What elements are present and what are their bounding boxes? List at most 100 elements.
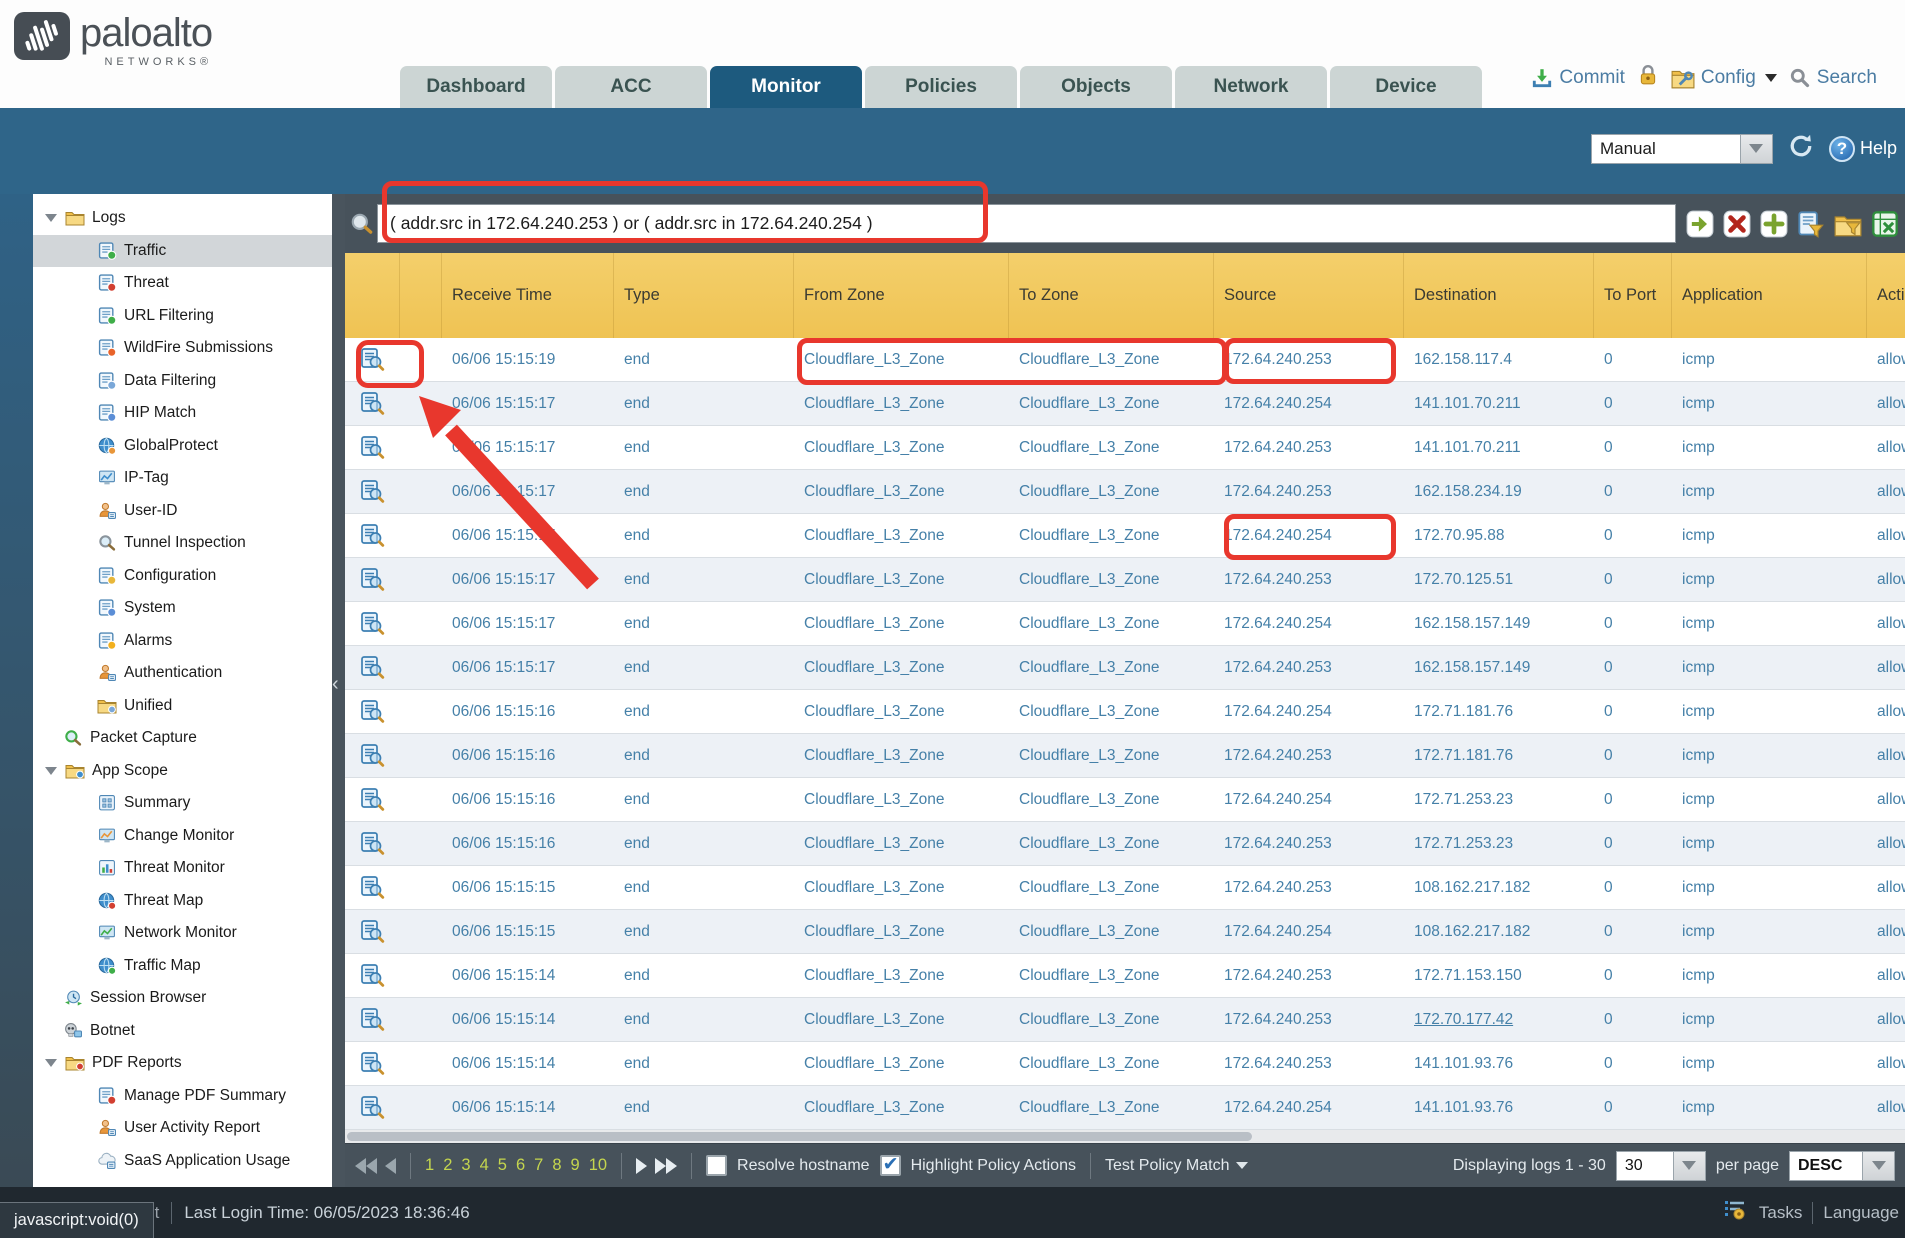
cell-application[interactable]: icmp xyxy=(1672,602,1867,645)
cell-source[interactable]: 172.64.240.254 xyxy=(1214,1086,1404,1129)
cell-type[interactable]: end xyxy=(614,514,794,557)
cell-application[interactable]: icmp xyxy=(1672,954,1867,997)
cell-to-port[interactable]: 0 xyxy=(1594,558,1672,601)
cell-application[interactable]: icmp xyxy=(1672,426,1867,469)
cell-to-port[interactable]: 0 xyxy=(1594,690,1672,733)
cell-destination[interactable]: 108.162.217.182 xyxy=(1404,866,1594,909)
cell-to-port[interactable]: 0 xyxy=(1594,382,1672,425)
sidebar-item-threat-map[interactable]: Threat Map xyxy=(33,885,332,918)
log-detail-icon[interactable] xyxy=(345,690,400,733)
last-page-button[interactable] xyxy=(655,1158,677,1174)
auto-refresh-caret[interactable] xyxy=(1741,134,1773,164)
column-header-type[interactable]: Type xyxy=(614,253,794,338)
sidebar-item-url-filtering[interactable]: URL Filtering xyxy=(33,300,332,333)
cell-type[interactable]: end xyxy=(614,778,794,821)
cell-from-zone[interactable]: Cloudflare_L3_Zone xyxy=(794,1086,1009,1129)
cell-to-zone[interactable]: Cloudflare_L3_Zone xyxy=(1009,382,1214,425)
cell-action[interactable]: allow xyxy=(1867,954,1905,997)
cell-destination[interactable]: 172.71.253.23 xyxy=(1404,778,1594,821)
column-header-application[interactable]: Application xyxy=(1672,253,1867,338)
cell-type[interactable]: end xyxy=(614,382,794,425)
expand-collapse-icon[interactable] xyxy=(45,767,57,775)
save-filter-icon[interactable] xyxy=(1797,210,1825,238)
cell-destination[interactable]: 172.70.95.88 xyxy=(1404,514,1594,557)
log-detail-icon[interactable] xyxy=(345,998,400,1041)
page-number-3[interactable]: 3 xyxy=(461,1156,470,1175)
cell-from-zone[interactable]: Cloudflare_L3_Zone xyxy=(794,998,1009,1041)
cell-to-zone[interactable]: Cloudflare_L3_Zone xyxy=(1009,998,1214,1041)
cell-application[interactable]: icmp xyxy=(1672,866,1867,909)
cell-action[interactable]: allow xyxy=(1867,998,1905,1041)
cell-from-zone[interactable]: Cloudflare_L3_Zone xyxy=(794,470,1009,513)
lock-icon[interactable] xyxy=(1637,64,1659,92)
cell-to-port[interactable]: 0 xyxy=(1594,338,1672,381)
cell-destination[interactable]: 141.101.93.76 xyxy=(1404,1042,1594,1085)
cell-action[interactable]: allow xyxy=(1867,778,1905,821)
cell-source[interactable]: 172.64.240.253 xyxy=(1214,426,1404,469)
sidebar-item-user-activity-report[interactable]: User Activity Report xyxy=(33,1112,332,1145)
cell-destination[interactable]: 172.71.153.150 xyxy=(1404,954,1594,997)
column-header-receive-time[interactable]: Receive Time xyxy=(442,253,614,338)
cell-destination[interactable]: 162.158.157.149 xyxy=(1404,646,1594,689)
tab-policies[interactable]: Policies xyxy=(865,66,1017,108)
cell-from-zone[interactable]: Cloudflare_L3_Zone xyxy=(794,558,1009,601)
cell-receive-time[interactable]: 06/06 15:15:14 xyxy=(442,1086,614,1129)
sidebar-item-packet-capture[interactable]: Packet Capture xyxy=(33,722,332,755)
column-header-action[interactable]: Action xyxy=(1867,253,1905,338)
cell-to-port[interactable]: 0 xyxy=(1594,866,1672,909)
tasks-button[interactable]: Tasks xyxy=(1759,1203,1802,1223)
refresh-icon[interactable] xyxy=(1787,132,1815,165)
page-number-6[interactable]: 6 xyxy=(516,1156,525,1175)
column-header-source[interactable]: Source xyxy=(1214,253,1404,338)
page-number-5[interactable]: 5 xyxy=(498,1156,507,1175)
per-page-select[interactable]: 30 xyxy=(1616,1151,1706,1181)
sidebar-item-traffic-map[interactable]: Traffic Map xyxy=(33,950,332,983)
cell-to-zone[interactable]: Cloudflare_L3_Zone xyxy=(1009,1042,1214,1085)
cell-application[interactable]: icmp xyxy=(1672,558,1867,601)
cell-application[interactable]: icmp xyxy=(1672,998,1867,1041)
page-number-1[interactable]: 1 xyxy=(425,1156,434,1175)
cell-destination[interactable]: 172.71.181.76 xyxy=(1404,734,1594,777)
prev-page-button[interactable] xyxy=(385,1158,396,1174)
cell-from-zone[interactable]: Cloudflare_L3_Zone xyxy=(794,602,1009,645)
sidebar-item-tunnel-inspection[interactable]: Tunnel Inspection xyxy=(33,527,332,560)
cell-application[interactable]: icmp xyxy=(1672,1042,1867,1085)
scrollbar-thumb[interactable] xyxy=(347,1132,1252,1141)
cell-from-zone[interactable]: Cloudflare_L3_Zone xyxy=(794,910,1009,953)
cell-application[interactable]: icmp xyxy=(1672,690,1867,733)
per-page-caret[interactable] xyxy=(1674,1151,1706,1181)
sidebar-item-threat[interactable]: Threat xyxy=(33,267,332,300)
cell-destination[interactable]: 162.158.157.149 xyxy=(1404,602,1594,645)
test-policy-match-button[interactable]: Test Policy Match xyxy=(1105,1157,1248,1175)
cell-action[interactable]: allow xyxy=(1867,558,1905,601)
cell-destination[interactable]: 141.101.70.211 xyxy=(1404,426,1594,469)
cell-action[interactable]: allow xyxy=(1867,426,1905,469)
cell-type[interactable]: end xyxy=(614,734,794,777)
cell-to-zone[interactable]: Cloudflare_L3_Zone xyxy=(1009,822,1214,865)
log-detail-icon[interactable] xyxy=(345,1086,400,1129)
cell-to-zone[interactable]: Cloudflare_L3_Zone xyxy=(1009,910,1214,953)
load-filter-icon[interactable] xyxy=(1834,210,1862,238)
sidebar-item-manage-pdf-summary[interactable]: Manage PDF Summary xyxy=(33,1080,332,1113)
log-detail-icon[interactable] xyxy=(345,558,400,601)
sidebar-item-wildfire-submissions[interactable]: WildFire Submissions xyxy=(33,332,332,365)
cell-source[interactable]: 172.64.240.253 xyxy=(1214,866,1404,909)
cell-destination[interactable]: 141.101.93.76 xyxy=(1404,1086,1594,1129)
first-page-button[interactable] xyxy=(355,1158,377,1174)
sidebar-item-authentication[interactable]: Authentication xyxy=(33,657,332,690)
cell-application[interactable]: icmp xyxy=(1672,778,1867,821)
cell-type[interactable]: end xyxy=(614,822,794,865)
config-menu-button[interactable]: Config xyxy=(1671,67,1777,89)
sidebar-item-pdf-reports[interactable]: PDF Reports xyxy=(33,1047,332,1080)
cell-source[interactable]: 172.64.240.253 xyxy=(1214,822,1404,865)
cell-source[interactable]: 172.64.240.254 xyxy=(1214,382,1404,425)
cell-to-zone[interactable]: Cloudflare_L3_Zone xyxy=(1009,1086,1214,1129)
cell-from-zone[interactable]: Cloudflare_L3_Zone xyxy=(794,338,1009,381)
column-header-destination[interactable]: Destination xyxy=(1404,253,1594,338)
sidebar-item-unified[interactable]: Unified xyxy=(33,690,332,723)
sidebar-item-system[interactable]: System xyxy=(33,592,332,625)
apply-filter-icon[interactable] xyxy=(1686,210,1714,238)
cell-action[interactable]: allow xyxy=(1867,514,1905,557)
cell-to-port[interactable]: 0 xyxy=(1594,1042,1672,1085)
highlight-policy-actions-checkbox[interactable] xyxy=(880,1155,901,1176)
